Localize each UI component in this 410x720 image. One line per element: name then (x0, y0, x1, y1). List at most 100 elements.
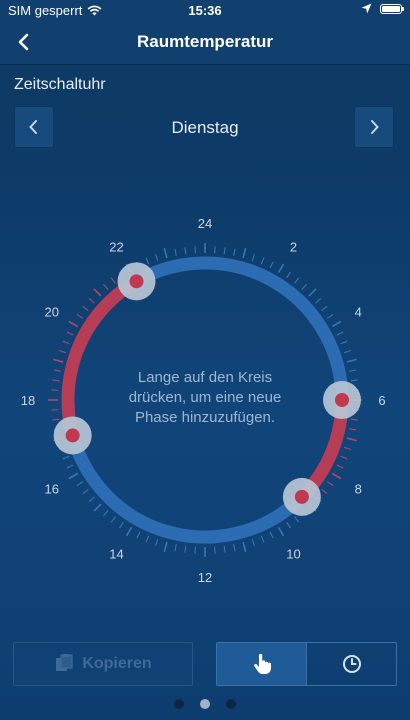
location-icon (361, 3, 372, 14)
status-time: 15:36 (188, 3, 222, 18)
hour-label: 14 (109, 546, 123, 561)
dial-tick (301, 283, 307, 290)
dial-tick (103, 510, 109, 517)
dial-hint-line-1: Lange auf den Kreis (138, 369, 272, 386)
dial-tick (118, 521, 124, 529)
next-day-button[interactable] (354, 106, 394, 148)
dial-tick (66, 331, 74, 336)
handle-dot (335, 393, 349, 407)
status-right (361, 3, 404, 14)
copy-label: Kopieren (82, 655, 152, 672)
hour-label: 4 (355, 305, 362, 320)
dial-tick (315, 298, 322, 304)
phase-handle[interactable] (282, 477, 321, 516)
dial-tick (125, 526, 133, 537)
dial-tick (349, 428, 357, 431)
dial-tick (344, 349, 352, 354)
dial-tick (294, 516, 300, 523)
dial-tick (223, 247, 226, 255)
dial-hint-line-2: drücken, um eine neue (129, 389, 282, 406)
page-dot[interactable] (226, 699, 236, 709)
day-selector: Dienstag (0, 106, 410, 152)
dial-tick (326, 313, 334, 319)
page-title: Raumtemperatur (136, 32, 274, 51)
dial-tick (344, 446, 352, 451)
navigation-bar: Raumtemperatur (0, 20, 410, 65)
dial-tick (350, 379, 358, 382)
handle-dot (65, 428, 80, 443)
dial-tick (82, 305, 89, 311)
hour-label: 16 (44, 482, 58, 497)
dial-tick (336, 464, 344, 469)
hour-label: 10 (286, 546, 300, 561)
mode-segmented-control (216, 642, 397, 686)
phase-handle[interactable] (53, 416, 92, 455)
dial-tick (277, 263, 285, 274)
phase-arc-high[interactable] (61, 275, 140, 438)
dial-tick (88, 496, 95, 502)
page-dot[interactable] (174, 699, 184, 709)
dial-tick (260, 257, 265, 265)
hour-label: 24 (198, 216, 212, 231)
bottom-controls: Kopieren (0, 642, 410, 688)
dial-tick (76, 313, 84, 319)
copy-button[interactable]: Kopieren (13, 642, 193, 686)
dial-tick (260, 535, 265, 543)
dial-tick (88, 298, 95, 304)
dial-tick (308, 288, 317, 297)
page-indicator (0, 699, 410, 709)
dial-tick (58, 349, 66, 354)
dial-tick (145, 535, 150, 543)
handle-dot (294, 489, 309, 504)
phase-arc-low[interactable] (66, 433, 307, 544)
day-label: Dienstag (171, 118, 239, 137)
page-dot[interactable] (200, 699, 210, 709)
hour-label: 18 (21, 393, 35, 408)
dial-tick (184, 545, 187, 553)
dial-tick (336, 331, 344, 336)
dial-tick (82, 489, 89, 495)
dial-tick (350, 418, 358, 421)
phase-handle[interactable] (323, 381, 361, 419)
dial-tick (68, 472, 79, 480)
dial-tick (76, 481, 84, 487)
hour-label: 22 (109, 240, 123, 255)
dial-tick (242, 541, 247, 552)
timer-dial[interactable]: 24246810121416182022 Lange auf den Kreis… (0, 200, 410, 600)
dial-tick (53, 358, 64, 363)
dial-hint-line-3: Phase hinzuzufügen. (135, 409, 275, 426)
dial-tick (286, 521, 292, 529)
dial-tick (331, 472, 342, 480)
dial-tick (52, 418, 60, 421)
hour-label: 20 (44, 305, 58, 320)
dial-tick (340, 340, 348, 345)
dial-tick (163, 541, 168, 552)
hand-pointer-icon (253, 653, 271, 674)
dial-tick (251, 253, 256, 261)
dial-tick (174, 248, 177, 256)
clock-mode-tab[interactable] (306, 643, 396, 685)
dial-tick (103, 283, 109, 290)
touch-mode-tab[interactable] (217, 643, 306, 685)
dial-tick (233, 248, 236, 256)
dial-tick (346, 358, 357, 363)
dial-tick (62, 340, 70, 345)
dial-tick (286, 271, 292, 279)
dial-tick (110, 277, 116, 284)
dial-tick (321, 305, 328, 311)
dial-tick (294, 277, 300, 284)
dial-tick (346, 437, 357, 442)
dial-tick (321, 489, 328, 495)
dial-tick (184, 247, 187, 255)
dial-tick (66, 464, 74, 469)
hour-label: 2 (290, 240, 297, 255)
phase-handle[interactable] (117, 262, 156, 301)
clock-icon (342, 655, 361, 673)
handle-dot (129, 274, 144, 289)
dial-tick (163, 248, 168, 259)
dial-tick (223, 545, 226, 553)
hour-label: 6 (378, 393, 385, 408)
dial-tick (242, 248, 247, 259)
dial-tick (233, 544, 236, 552)
dial-tick (154, 539, 159, 547)
